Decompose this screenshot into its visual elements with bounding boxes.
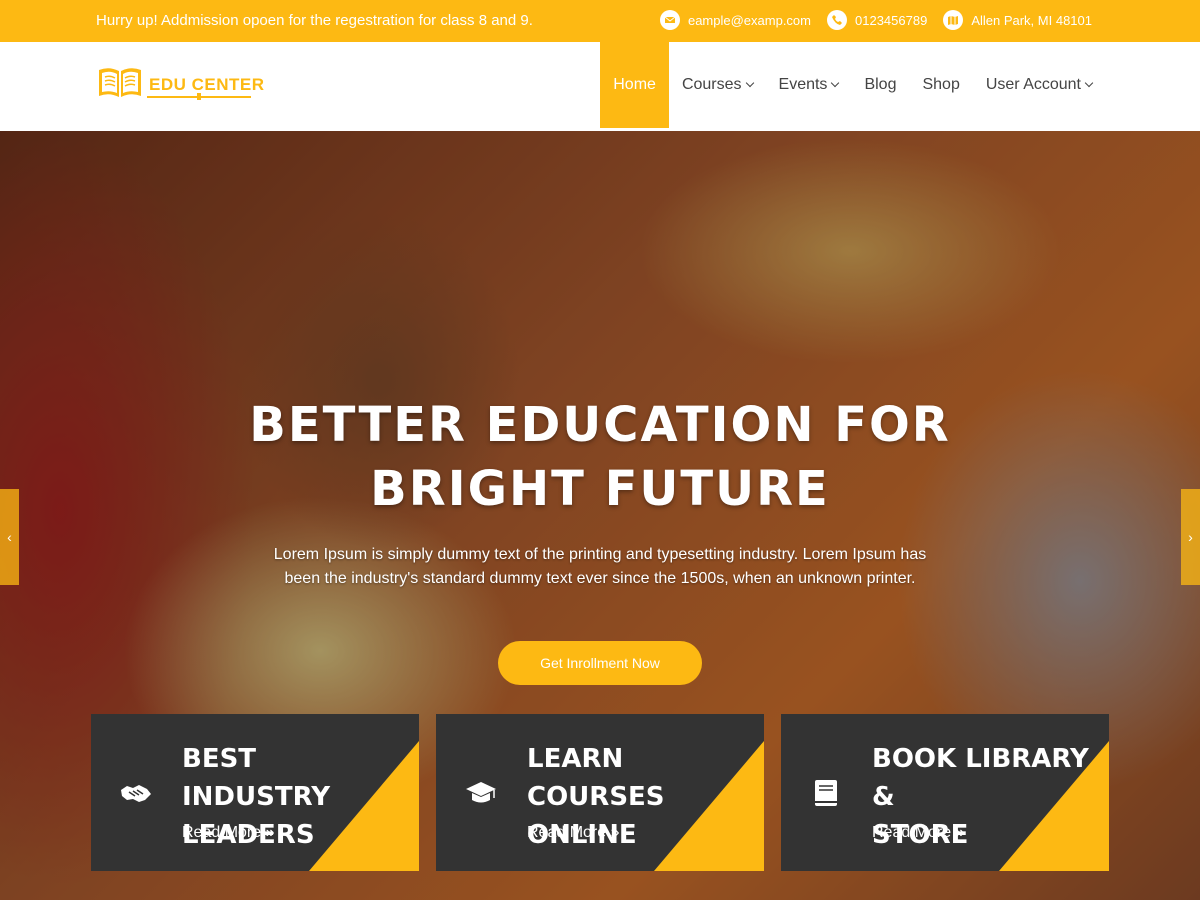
read-more-label: Read More [872,824,952,841]
address-contact: Allen Park, MI 48101 [943,10,1092,30]
hero-description: Lorem Ipsum is simply dummy text of the … [273,546,927,587]
main-nav: Home Courses Events Blog Shop User Accou… [600,42,1105,128]
chevron-right-icon: › [1188,529,1193,545]
nav-label: Events [778,76,828,93]
card-title-line-1: LEARN COURSES [527,744,665,812]
logo-text: EDU CENTER [149,74,265,94]
read-more-link[interactable]: Read More » [182,824,275,842]
site-logo[interactable]: EDU CENTER [97,64,265,105]
read-more-label: Read More [182,824,262,841]
logo-pencil-tip [197,93,201,100]
hero-title: BETTER EDUCATION FOR BRIGHT FUTURE [200,393,1000,521]
phone-icon [827,10,847,30]
address-text: Allen Park, MI 48101 [971,12,1092,28]
hero-title-line-1: BETTER EDUCATION FOR [249,397,951,453]
nav-events[interactable]: Events [766,42,852,128]
nav-courses[interactable]: Courses [669,42,766,128]
top-bar: Hurry up! Addmission opoen for the reges… [0,0,1200,42]
map-icon [943,10,964,30]
graduation-cap-icon [464,778,498,808]
hero-title-line-2: BRIGHT FUTURE [370,461,830,517]
book-icon [809,778,843,808]
read-more-link[interactable]: Read More » [872,824,965,842]
nav-user-account[interactable]: User Account [973,42,1105,128]
email-text: eample@examp.com [687,12,811,28]
slider-prev-button[interactable]: ‹ [0,489,19,585]
double-chevron-right-icon: » [265,824,275,841]
nav-blog[interactable]: Blog [851,42,909,128]
feature-card-industry-leaders[interactable]: BEST INDUSTRY LEADERS Read More » [91,714,419,871]
email-contact[interactable]: eample@examp.com [659,10,811,30]
nav-label: Home [613,76,656,93]
nav-label: Courses [681,76,742,93]
chevron-down-icon [745,78,754,88]
open-book-icon [97,64,143,105]
feature-card-book-library[interactable]: BOOK LIBRARY & STORE Read More » [781,714,1109,871]
enrollment-button[interactable]: Get Inrollment Now [498,641,702,685]
read-more-label: Read More [527,824,607,841]
hero-slider: BETTER EDUCATION FOR BRIGHT FUTURE Lorem… [0,131,1200,900]
phone-contact[interactable]: 0123456789 [827,10,927,30]
read-more-link[interactable]: Read More » [527,824,620,842]
nav-home[interactable]: Home [600,42,669,128]
handshake-icon [119,778,153,808]
phone-text: 0123456789 [855,12,928,28]
double-chevron-right-icon: » [610,824,620,841]
card-title-line-1: BOOK LIBRARY & [872,744,1089,812]
contact-info: eample@examp.com 0123456789 Allen Park, … [659,10,1092,30]
chevron-left-icon: ‹ [7,529,12,545]
nav-label: Blog [864,76,897,93]
envelope-icon [659,10,680,30]
nav-shop[interactable]: Shop [909,42,972,128]
feature-card-courses-online[interactable]: LEARN COURSES ONLINE Read More » [436,714,764,871]
admission-notice: Hurry up! Addmission opoen for the reges… [96,12,533,29]
card-title-line-1: BEST INDUSTRY [182,744,331,812]
double-chevron-right-icon: » [955,824,965,841]
nav-label: User Account [985,76,1081,93]
nav-label: Shop [922,76,960,93]
feature-cards: BEST INDUSTRY LEADERS Read More » LEARN … [91,714,1109,871]
chevron-down-icon [831,78,840,88]
site-header: EDU CENTER Home Courses Events Blog Shop… [0,42,1200,131]
slider-next-button[interactable]: › [1181,489,1200,585]
chevron-down-icon [1084,78,1094,88]
